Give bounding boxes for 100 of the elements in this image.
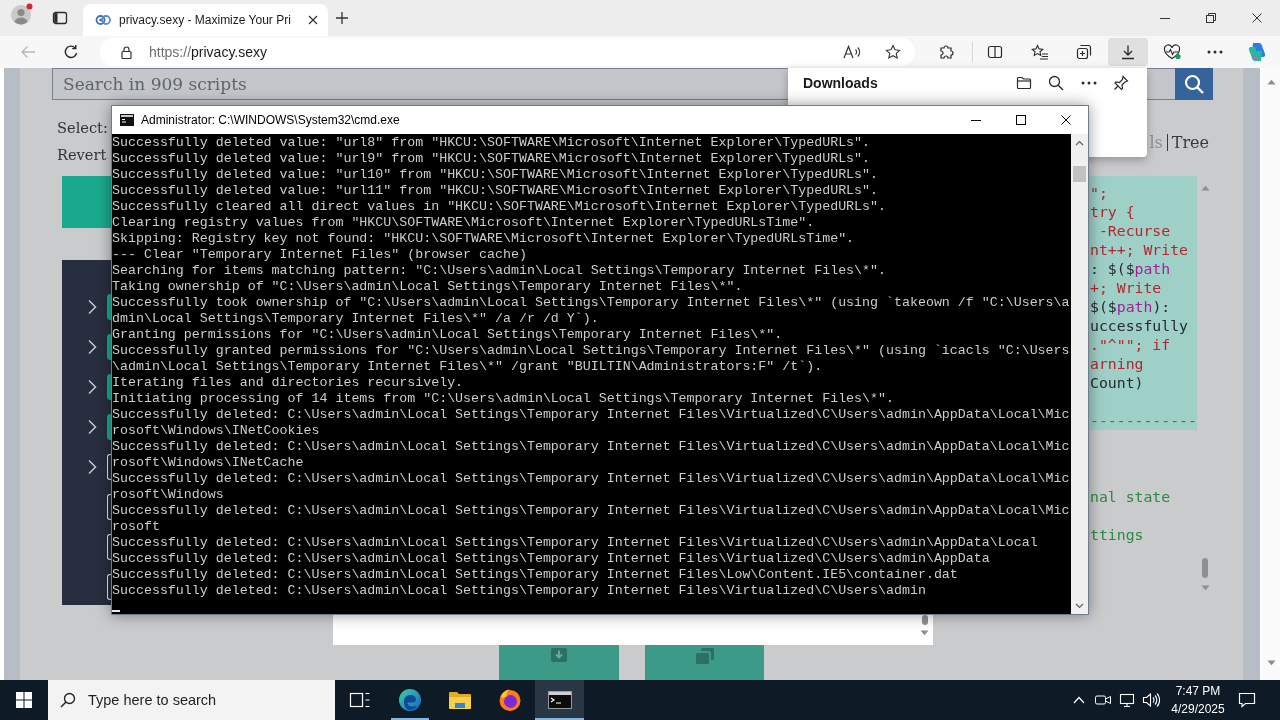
folder-icon[interactable] xyxy=(447,690,472,710)
console-line: Successfully deleted value: "url11" from "HKCU:\SOFTWARE\Microsoft\Internet Explorer\TypedURLs". xyxy=(112,183,879,199)
chevron-right-icon[interactable] xyxy=(87,299,97,315)
more-icon[interactable] xyxy=(1207,50,1223,54)
console-line: Successfully deleted value: "url10" from "HKCU:\SOFTWARE\Microsoft\Internet Explorer\TypedURLs". xyxy=(112,167,879,183)
scroll-up-icon[interactable] xyxy=(1266,79,1276,85)
console-line: Skipping: Registry key not found: "HKCU:\SOFTWARE\Microsoft\Internet Explorer\TypedURLsTime". xyxy=(112,231,855,247)
download-icon xyxy=(1120,44,1136,60)
scrollbar-thumb[interactable] xyxy=(1202,558,1208,578)
search-icon xyxy=(60,692,76,708)
speech-bubble-icon[interactable] xyxy=(1238,692,1256,708)
select-label: Select: xyxy=(57,118,108,138)
scroll-down-icon[interactable] xyxy=(1075,603,1084,609)
url-text: https://privacy.sexy xyxy=(149,44,267,60)
download-icon xyxy=(550,647,568,663)
more-icon[interactable] xyxy=(1081,81,1097,85)
console-line: Successfully deleted: C:\Users\admin\Local Settings\Temporary Internet Files\Virtualized\C\Users\admin\AppData\Local\Mic xyxy=(112,407,1070,423)
close-icon[interactable] xyxy=(1060,115,1071,125)
console-line: Successfully deleted: C:\Users\admin\Local Settings\Temporary Internet Files\Virtualized\C\Users\admin\AppData\Local\Mic xyxy=(112,471,1070,487)
video-camera-icon[interactable] xyxy=(1095,693,1111,707)
console-line: Successfully deleted: C:\Users\admin\Local Settings\Temporary Internet Files\Virtualized\C\Users\admin xyxy=(112,583,926,599)
code-line: ttings xyxy=(1089,525,1145,544)
console-line: --- Clear "Temporary Internet Files" (browser cache) xyxy=(112,247,527,263)
restore-icon[interactable] xyxy=(1206,13,1216,23)
console-line: Successfully granted permissions for "C:\Users\admin\Local Settings\Temporary Internet Files\*" (using `icacls "C:\Users xyxy=(112,343,1070,359)
checkbox[interactable] xyxy=(107,374,111,400)
copy-icon xyxy=(694,647,715,665)
chevron-right-icon[interactable] xyxy=(87,459,97,475)
console-line: rosoft\Windows xyxy=(112,487,224,503)
stacked-plus-icon[interactable] xyxy=(1076,44,1092,60)
chevron-right-icon[interactable] xyxy=(87,339,97,355)
console-line: Successfully deleted: C:\Users\admin\Local Settings\Temporary Internet Files\Virtualized\C\Users\admin\AppData xyxy=(112,551,990,567)
console-line: Clearing registry values from "HKCU\SOFTWARE\Microsoft\Internet Explorer\TypedURLsTime". xyxy=(112,215,815,231)
console-line: Searching for items matching pattern: "C:\Users\admin\Local Settings\Temporary Internet Files\*". xyxy=(112,263,886,279)
scrollbar-thumb[interactable] xyxy=(1073,166,1086,182)
downloads-button[interactable] xyxy=(1108,38,1148,66)
taskbar-button[interactable] xyxy=(535,680,584,720)
windows-logo-icon[interactable] xyxy=(16,692,32,708)
panel-title: Downloads xyxy=(803,75,879,91)
rings-logo-icon xyxy=(95,12,111,28)
console-line: dmin\Local Settings\Temporary Internet Files\*" /a /r /d Y`). xyxy=(112,311,599,327)
refresh-icon[interactable] xyxy=(63,44,79,60)
console-line: \admin\Local Settings\Temporary Internet Files\*" /grant "BUILTIN\Administrators:F" /t`). xyxy=(112,359,823,375)
lock-icon[interactable] xyxy=(121,45,132,59)
split-screen-icon[interactable] xyxy=(987,44,1003,60)
profile-avatar-icon[interactable] xyxy=(11,3,33,25)
star-icon[interactable] xyxy=(885,44,901,60)
window-title: Administrator: C:\WINDOWS\System32\cmd.exe xyxy=(141,113,401,127)
console-line: Successfully cleared all direct values in "HKCU:\SOFTWARE\Microsoft\Internet Explorer\TypedURLs". xyxy=(112,199,886,215)
revert-label: Revert xyxy=(57,145,107,165)
globe-icon[interactable] xyxy=(497,688,522,712)
console-line: Successfully deleted: C:\Users\admin\Local Settings\Temporary Internet Files\Low\Content.IE5\container.dat xyxy=(112,567,958,583)
console-line: Granting permissions for "C:\Users\admin\Local Settings\Temporary Internet Files\*". xyxy=(112,327,783,343)
monitor-icon[interactable] xyxy=(1119,692,1135,708)
chevron-right-icon[interactable] xyxy=(87,379,97,395)
scrollbar-thumb[interactable] xyxy=(921,615,928,625)
star-list-icon[interactable] xyxy=(1031,44,1049,60)
checkbox[interactable] xyxy=(107,334,111,360)
console-line: rosoft\Windows\INetCookies xyxy=(112,423,320,439)
folder-icon[interactable] xyxy=(1016,76,1032,90)
console-line: Successfully deleted: C:\Users\admin\Local Settings\Temporary Internet Files\Virtualized\C\Users\admin\AppData\Local\Mic xyxy=(112,503,1070,519)
console-line: Successfully deleted value: "url9" from "HKCU:\SOFTWARE\Microsoft\Internet Explorer\TypedURLs". xyxy=(112,151,871,167)
chevron-right-icon[interactable] xyxy=(87,419,97,435)
chevron-up-icon[interactable] xyxy=(1073,696,1085,704)
console-line: Iterating files and directories recursively. xyxy=(112,375,464,391)
search-button[interactable] xyxy=(1175,68,1213,100)
checkbox[interactable] xyxy=(107,414,111,440)
console-line: Initiating processing of 14 items from "C:\Users\admin\Local Settings\Temporary Internet Files\*". xyxy=(112,391,894,407)
wave-circle-icon[interactable] xyxy=(397,688,422,712)
console-line: rosoft\Windows\INetCache xyxy=(112,455,304,471)
console-line: Successfully deleted value: "url8" from "HKCU:\SOFTWARE\Microsoft\Internet Explorer\TypedURLs". xyxy=(112,135,871,151)
swirl-logo-icon[interactable] xyxy=(1246,41,1268,63)
panel-layout-icon[interactable] xyxy=(52,10,68,26)
close-icon[interactable] xyxy=(1252,13,1262,23)
search-icon xyxy=(1184,74,1204,94)
close-icon[interactable] xyxy=(308,15,318,25)
terminal-icon[interactable] xyxy=(547,691,572,709)
scroll-down-icon[interactable] xyxy=(920,630,929,636)
console-icon xyxy=(120,114,134,126)
address-field[interactable]: https://privacy.sexy xyxy=(100,38,915,66)
puzzle-icon[interactable] xyxy=(938,44,954,60)
scroll-down-icon[interactable] xyxy=(1266,660,1276,666)
checkbox[interactable] xyxy=(107,294,111,320)
search-icon[interactable] xyxy=(1048,75,1064,91)
heart-pulse-icon[interactable] xyxy=(1163,44,1181,60)
console-line: Successfully deleted: C:\Users\admin\Local Settings\Temporary Internet Files\Virtualized\C\Users\admin\AppData\Local xyxy=(112,535,1038,551)
maximize-icon[interactable] xyxy=(1015,115,1026,125)
browser-tab[interactable]: privacy.sexy - Maximize Your Pri xyxy=(83,4,328,36)
plus-icon[interactable] xyxy=(335,11,349,25)
scroll-up-icon[interactable] xyxy=(1075,140,1084,146)
console-line: Taking ownership of "C:\Users\admin\Local Settings\Temporary Internet Files\*". xyxy=(112,279,743,295)
console-line: Successfully deleted: C:\Users\admin\Local Settings\Temporary Internet Files\Virtualized\C\Users\admin\AppData\Local\Mic xyxy=(112,439,1070,455)
clock-date[interactable]: 4/29/2025 xyxy=(1171,700,1225,718)
task-view-icon[interactable] xyxy=(348,691,371,709)
pin-icon[interactable] xyxy=(1113,75,1129,91)
search-field[interactable]: Type here to search xyxy=(48,680,335,720)
view-option[interactable]: Tree xyxy=(1171,132,1209,152)
volume-icon[interactable] xyxy=(1142,692,1160,708)
read-aloud-icon[interactable] xyxy=(843,44,861,60)
clock-time[interactable]: 7:47 PM xyxy=(1175,682,1221,700)
